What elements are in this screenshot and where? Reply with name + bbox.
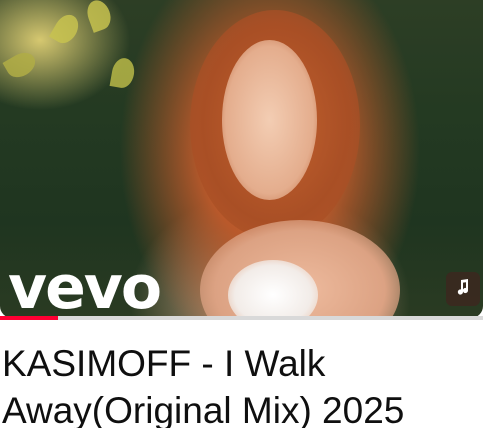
leaf-decoration (48, 10, 84, 48)
leaf-decoration (109, 56, 137, 90)
portrait-face (222, 40, 317, 200)
leaf-decoration (2, 47, 40, 83)
music-badge (446, 272, 480, 306)
video-thumbnail[interactable]: vevo (0, 0, 483, 318)
video-title[interactable]: KASIMOFF - I Walk Away(Original Mix) 202… (2, 340, 480, 428)
leaf-decoration (83, 0, 115, 33)
music-note-icon (453, 277, 473, 302)
watch-progress-fill (0, 316, 58, 320)
video-card[interactable]: vevo KASIMOFF - I Walk Away(Original Mix… (0, 0, 483, 428)
vevo-logo: vevo (8, 253, 162, 318)
watch-progress-bar (0, 316, 483, 320)
